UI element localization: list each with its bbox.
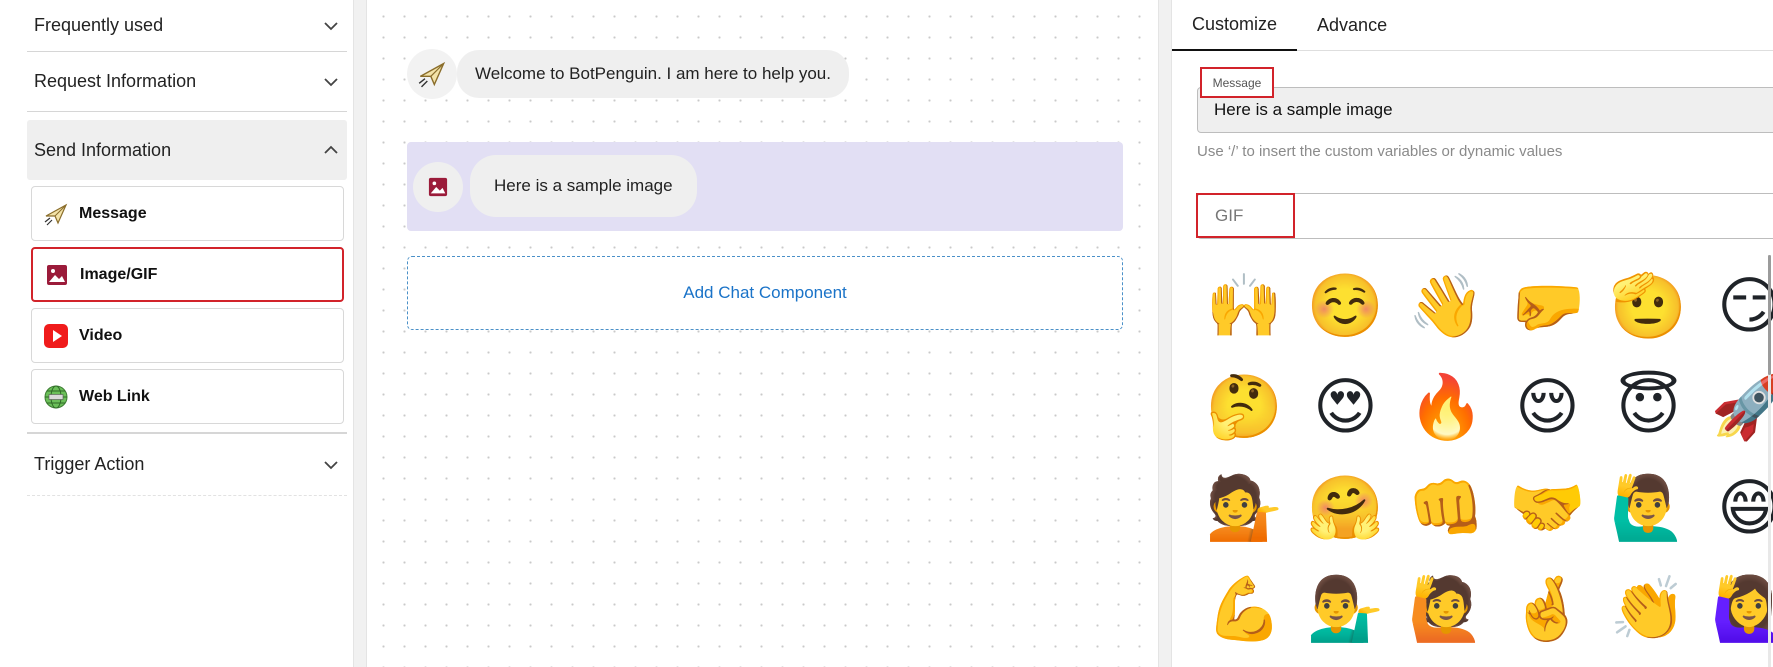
- sidebar-item-label: Image/GIF: [80, 265, 158, 283]
- sidebar-accordion: Frequently used Request Information Send…: [27, 0, 347, 496]
- image-message-block[interactable]: Here is a sample image: [407, 142, 1123, 231]
- image-icon: [45, 263, 69, 287]
- gif-thumbnail[interactable]: 🙋‍♂️: [1598, 468, 1699, 569]
- gif-thumbnail[interactable]: 😇: [1598, 367, 1699, 468]
- panel-tabs: Customize Advance: [1172, 0, 1773, 51]
- section-label: Frequently used: [34, 15, 164, 35]
- gif-thumbnail[interactable]: 👋: [1396, 266, 1497, 367]
- gif-thumbnail[interactable]: 🤔: [1194, 367, 1295, 468]
- message-input[interactable]: Here is a sample image: [1197, 87, 1773, 133]
- sidebar-item-label: Web Link: [79, 387, 150, 405]
- gif-thumbnail[interactable]: 😍: [1295, 367, 1396, 468]
- gif-thumbnail[interactable]: 🤝: [1497, 468, 1598, 569]
- gif-thumbnail[interactable]: 🤛: [1497, 266, 1598, 367]
- welcome-message-bubble: Welcome to BotPenguin. I am here to help…: [457, 50, 849, 98]
- gif-thumbnail[interactable]: 👏: [1598, 569, 1699, 667]
- chevron-up-icon: [323, 142, 339, 158]
- tab-customize[interactable]: Customize: [1172, 0, 1298, 51]
- gif-thumbnail[interactable]: 😌: [1497, 367, 1598, 468]
- gif-thumbnail[interactable]: 🔥: [1396, 367, 1497, 468]
- gif-thumbnail[interactable]: 🤞: [1497, 569, 1598, 667]
- gif-thumbnail[interactable]: 💁: [1194, 468, 1295, 569]
- paper-plane-icon: [44, 202, 68, 226]
- section-label: Send Information: [34, 139, 172, 160]
- message-field-label: Message: [1200, 67, 1274, 98]
- chevron-down-icon: [323, 18, 339, 34]
- send-information-items: Message Image/GIF Video Web Link: [27, 180, 347, 434]
- tab-advance[interactable]: Advance: [1297, 0, 1407, 51]
- globe-icon: [44, 385, 68, 409]
- chevron-down-icon: [323, 74, 339, 90]
- sidebar-item-image-gif[interactable]: Image/GIF: [31, 247, 344, 302]
- properties-panel: Customize Advance Message Here is a samp…: [1172, 0, 1773, 667]
- gif-thumbnail[interactable]: 💁‍♂️: [1295, 569, 1396, 667]
- add-chat-component-button[interactable]: Add Chat Component: [407, 256, 1123, 330]
- gif-thumbnail[interactable]: 🙌: [1194, 266, 1295, 367]
- section-send-information[interactable]: Send Information: [27, 120, 347, 180]
- chevron-down-icon: [323, 457, 339, 473]
- chat-flow-canvas: Welcome to BotPenguin. I am here to help…: [367, 0, 1158, 667]
- sidebar-item-message[interactable]: Message: [31, 186, 344, 241]
- paper-plane-icon: [407, 49, 457, 99]
- section-request-information[interactable]: Request Information: [27, 52, 347, 112]
- gif-field-label: GIF: [1196, 193, 1295, 238]
- gif-grid: 🙌 ☺️ 👋 🤛 🫡 😏 🤔 😍 🔥 😌 😇 🚀 💁 🤗 👊 🤝 🙋‍♂️ 😄 💪 💁‍♂️ 🙋 🤞 👏 🙋‍♀️: [1194, 266, 1773, 667]
- sidebar-item-label: Video: [79, 326, 123, 344]
- gif-thumbnail[interactable]: 🫡: [1598, 266, 1699, 367]
- welcome-message-row[interactable]: Welcome to BotPenguin. I am here to help…: [407, 49, 849, 99]
- left-panel-resize-handle[interactable]: [353, 0, 367, 667]
- gif-grid-scrollbar-thumb[interactable]: [1768, 255, 1771, 375]
- gif-thumbnail[interactable]: 😏: [1699, 266, 1773, 367]
- right-panel-resize-handle[interactable]: [1158, 0, 1172, 667]
- image-message-bubble: Here is a sample image: [470, 155, 697, 217]
- gif-thumbnail[interactable]: 🙋‍♀️: [1699, 569, 1773, 667]
- gif-thumbnail[interactable]: ☺️: [1295, 266, 1396, 367]
- sidebar-item-video[interactable]: Video: [31, 308, 344, 363]
- sidebar-item-web-link[interactable]: Web Link: [31, 369, 344, 424]
- video-play-icon: [44, 323, 68, 348]
- section-label: Request Information: [34, 71, 197, 91]
- section-trigger-action[interactable]: Trigger Action: [27, 434, 347, 496]
- section-frequently-used[interactable]: Frequently used: [27, 0, 347, 52]
- image-icon: [413, 162, 463, 212]
- gif-thumbnail[interactable]: 🚀: [1699, 367, 1773, 468]
- section-label: Trigger Action: [34, 454, 145, 474]
- gif-thumbnail[interactable]: 🤗: [1295, 468, 1396, 569]
- message-hint: Use ‘/’ to insert the custom variables o…: [1197, 143, 1563, 160]
- component-sidebar: Frequently used Request Information Send…: [0, 0, 353, 667]
- gif-thumbnail[interactable]: 🙋: [1396, 569, 1497, 667]
- sidebar-item-label: Message: [79, 204, 147, 222]
- gif-thumbnail[interactable]: 😄: [1699, 468, 1773, 569]
- gif-thumbnail[interactable]: 👊: [1396, 468, 1497, 569]
- gif-thumbnail[interactable]: 💪: [1194, 569, 1295, 667]
